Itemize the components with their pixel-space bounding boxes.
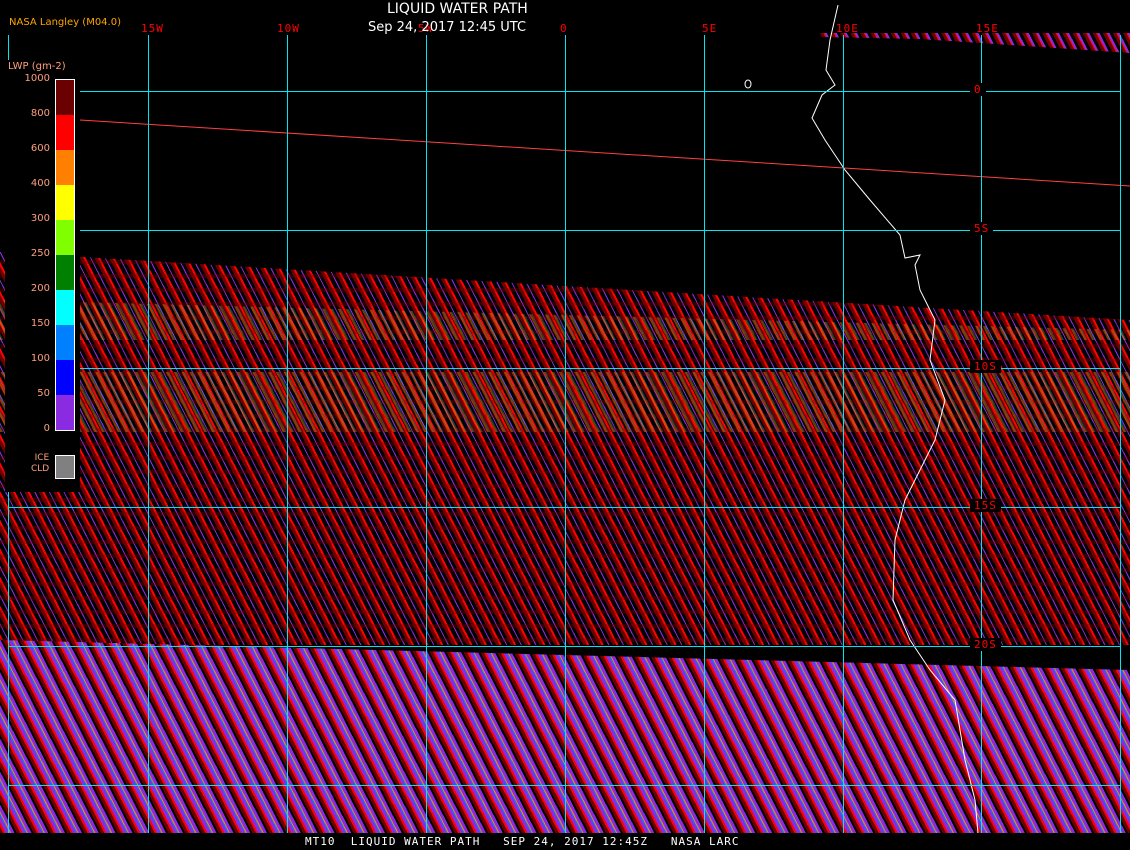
legend-title: LWP (gm-2)	[8, 61, 66, 72]
ice-label: ICE	[34, 453, 50, 463]
footer-bar: MT10 LIQUID WATER PATH SEP 24, 2017 12:4…	[0, 833, 1130, 850]
map-title: LIQUID WATER PATH	[387, 1, 528, 17]
color-bar-segment	[56, 150, 74, 185]
latitude-label: 15S	[970, 499, 1001, 512]
meridian-line	[426, 35, 427, 833]
meridian-line	[981, 35, 982, 833]
legend-tick-label: 200	[30, 283, 50, 294]
color-bar-segment	[56, 360, 74, 395]
ice-cloud-label: ICE CLD	[31, 453, 49, 475]
map-datetime: Sep 24, 2017 12:45 UTC	[368, 20, 527, 35]
latitude-label: 10S	[970, 360, 1001, 373]
credit-label: NASA Langley (M04.0)	[9, 17, 121, 28]
longitude-label: 10W	[277, 22, 300, 35]
longitude-label: 5E	[702, 22, 718, 35]
meridian-line	[565, 35, 566, 833]
color-bar-segment	[56, 80, 74, 115]
scan-line	[79, 119, 1130, 187]
footer-caption: MT10 LIQUID WATER PATH SEP 24, 2017 12:4…	[305, 835, 740, 848]
parallel-line	[8, 230, 1120, 231]
parallel-line	[8, 507, 1120, 508]
ice-cloud-swatch	[55, 455, 75, 479]
color-bar-segment	[56, 255, 74, 290]
parallel-line	[8, 368, 1120, 369]
parallel-line	[8, 646, 1120, 647]
latitude-label: 0	[970, 83, 986, 96]
africa-coastline	[811, 4, 979, 833]
color-bar-segment	[56, 290, 74, 325]
satellite-map: 15W 10W 5W 0 5E 10E 15E 0 5S 10S 15S 20S…	[0, 0, 1130, 833]
meridian-line	[148, 35, 149, 833]
legend-tick-label: 150	[30, 318, 50, 329]
cld-label: CLD	[31, 464, 50, 474]
latitude-label: 5S	[970, 222, 994, 235]
legend-tick-label: 0	[43, 423, 50, 434]
legend-tick-label: 100	[30, 353, 50, 364]
color-bar-segment	[56, 220, 74, 255]
parallel-line	[8, 91, 1120, 92]
longitude-label: 10E	[836, 22, 859, 35]
legend-tick-label: 600	[30, 143, 50, 154]
meridian-line	[704, 35, 705, 833]
parallel-line	[8, 785, 1120, 786]
longitude-label: 0	[560, 22, 568, 35]
longitude-label: 15E	[976, 22, 999, 35]
color-bar-segment	[56, 395, 74, 430]
legend-tick-label: 400	[30, 178, 50, 189]
legend-tick-label: 50	[37, 388, 50, 399]
color-bar	[55, 79, 75, 431]
legend-tick-label: 250	[30, 248, 50, 259]
island-outline	[744, 79, 752, 89]
latitude-label: 20S	[970, 638, 1001, 651]
color-bar-segment	[56, 325, 74, 360]
legend-tick-label: 800	[30, 108, 50, 119]
color-bar-segment	[56, 185, 74, 220]
color-bar-segment	[56, 115, 74, 150]
color-legend: LWP (gm-2) 1000 800 600 400 300 250 200 150 100 5…	[5, 60, 80, 492]
legend-tick-label: 1000	[24, 73, 50, 84]
longitude-label: 15W	[141, 22, 164, 35]
legend-tick-label: 300	[30, 213, 50, 224]
meridian-line	[287, 35, 288, 833]
meridian-line	[1120, 35, 1121, 833]
meridian-line	[843, 35, 844, 833]
